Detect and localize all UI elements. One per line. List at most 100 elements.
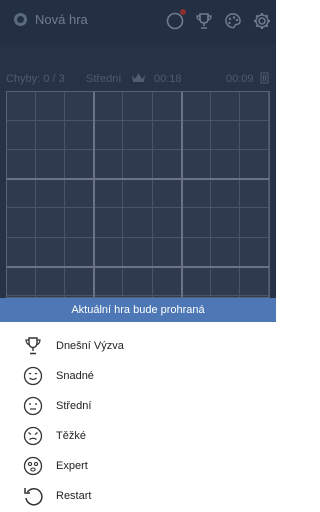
trophy-icon[interactable] [194,11,214,31]
grid-cell[interactable] [94,121,124,151]
grid-cell[interactable] [239,237,269,267]
grid-cell[interactable] [123,92,153,122]
box-divider [7,178,269,181]
grid-cell[interactable] [181,92,211,122]
grid-cell[interactable] [36,150,66,180]
errors-counter: Chyby: 0 / 3 [6,73,65,85]
grid-cell[interactable] [36,179,66,209]
grid-cell[interactable] [210,179,240,209]
menu-item-restart[interactable]: Restart [22,484,262,508]
new-game-label: Nová hra [35,12,88,27]
grid-cell[interactable] [94,208,124,238]
timer: 00:09 [226,73,254,85]
grid-cell[interactable] [123,266,153,296]
grid-cell[interactable] [36,266,66,296]
grid-cell[interactable] [36,121,66,151]
grid-cell[interactable] [94,150,124,180]
sheet-title: Aktuální hra bude prohraná [0,298,276,322]
grid-cell[interactable] [65,208,95,238]
grid-cell[interactable] [123,150,153,180]
grid-cell[interactable] [210,121,240,151]
menu-item-easy[interactable]: Snadné [22,364,262,388]
grid-cell[interactable] [36,208,66,238]
grid-cell[interactable] [7,237,37,267]
grid-cell[interactable] [152,237,182,267]
menu-item-daily-challenge[interactable]: Dnešní Výzva [22,334,262,358]
palette-icon[interactable] [223,11,243,31]
grid-cell[interactable] [152,208,182,238]
grid-cell[interactable] [210,266,240,296]
grid-cell[interactable] [65,121,95,151]
grid-cell[interactable] [210,92,240,122]
grid-cell[interactable] [181,208,211,238]
expert-face-icon [23,456,43,476]
grid-cell[interactable] [210,150,240,180]
grid-cell[interactable] [210,237,240,267]
grid-cell[interactable] [152,150,182,180]
status-row: Chyby: 0 / 3 Střední 00:18 00:09 [0,71,276,87]
grid-cell[interactable] [7,266,37,296]
grid-cell[interactable] [7,150,37,180]
grid-cell[interactable] [152,266,182,296]
grid-cell[interactable] [181,121,211,151]
grid-cell[interactable] [239,208,269,238]
menu-item-hard[interactable]: Těžké [22,424,262,448]
grid-cell[interactable] [123,208,153,238]
easy-face-icon [23,366,43,386]
grid-cell[interactable] [7,208,37,238]
grid-cell[interactable] [181,150,211,180]
grid-cell[interactable] [239,121,269,151]
top-app-bar: Nová hra [0,0,276,45]
pause-icon[interactable] [260,72,270,87]
menu-item-expert[interactable]: Expert [22,454,262,478]
new-game-sheet: Aktuální hra bude prohraná Dnešní Výzva … [0,298,276,512]
grid-cell[interactable] [239,150,269,180]
grid-cell[interactable] [123,121,153,151]
grid-cell[interactable] [181,266,211,296]
compass-icon[interactable] [165,9,186,31]
menu-item-medium[interactable]: Střední [22,394,262,418]
grid-cell[interactable] [239,266,269,296]
grid-cell[interactable] [239,179,269,209]
grid-cell[interactable] [65,150,95,180]
grid-cell[interactable] [152,121,182,151]
crown-icon [131,71,146,87]
grid-cell[interactable] [36,92,66,122]
best-time: 00:18 [154,73,182,85]
grid-cell[interactable] [239,92,269,122]
grid-cell[interactable] [65,237,95,267]
grid-cell[interactable] [65,266,95,296]
grid-cell[interactable] [123,179,153,209]
grid-cell[interactable] [94,179,124,209]
grid-cell[interactable] [210,208,240,238]
menu-item-label: Dnešní Výzva [56,340,124,352]
grid-cell[interactable] [65,92,95,122]
grid-cell[interactable] [94,266,124,296]
grid-cell[interactable] [65,179,95,209]
gear-icon[interactable] [252,11,272,31]
grid-cell[interactable] [7,121,37,151]
grid-cell[interactable] [94,92,124,122]
grid-cell[interactable] [181,179,211,209]
menu-item-label: Snadné [56,370,94,382]
new-game-radio-icon [14,13,27,26]
difficulty-label: Střední [86,73,122,85]
grid-cell[interactable] [36,237,66,267]
menu-item-label: Restart [56,490,92,502]
sudoku-grid[interactable] [6,91,270,298]
grid-cell[interactable] [181,237,211,267]
menu-item-label: Střední [56,400,92,412]
grid-cell[interactable] [7,92,37,122]
menu-item-label: Těžké [56,430,86,442]
grid-cell[interactable] [94,237,124,267]
hard-face-icon [23,426,43,446]
grid-cell[interactable] [7,179,37,209]
grid-cell[interactable] [152,179,182,209]
grid-cell[interactable] [152,92,182,122]
box-divider [7,265,269,268]
new-game-button[interactable]: Nová hra [14,12,88,27]
menu-item-label: Expert [56,460,88,472]
notification-dot [180,9,186,15]
restart-icon [24,488,43,506]
grid-cell[interactable] [123,237,153,267]
